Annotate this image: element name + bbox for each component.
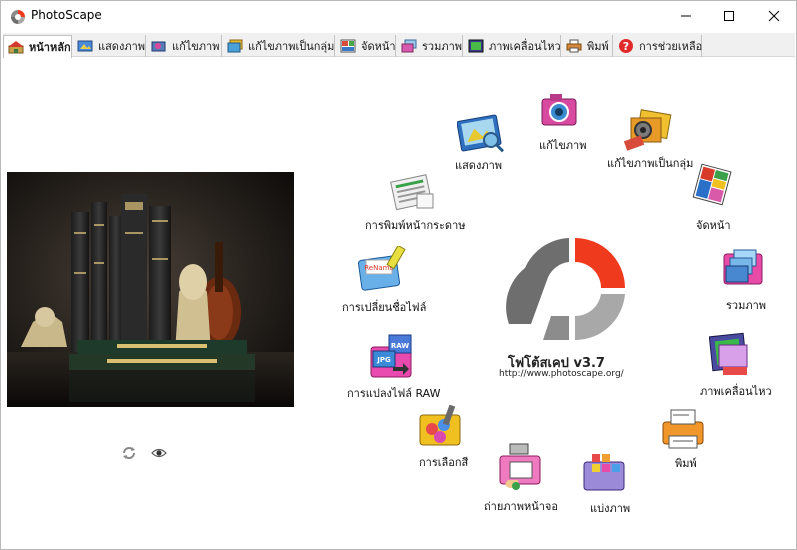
- batch-editor-icon: [227, 39, 243, 53]
- tab-viewer[interactable]: แสดงภาพ: [73, 35, 146, 57]
- batch-editor-icon: [623, 109, 672, 151]
- maximize-icon: [724, 11, 734, 21]
- title-bar: PhotoScape: [1, 1, 796, 32]
- app-window: PhotoScape หน้าหลัก แสดงภาพ แก้ไขภาพ แก้…: [0, 0, 797, 550]
- help-icon: ?: [619, 39, 633, 53]
- tab-combine[interactable]: รวมภาพ: [397, 35, 463, 57]
- color-picker-label: การเลือกสี: [419, 456, 469, 469]
- maximize-button[interactable]: [706, 1, 752, 31]
- tab-bar: หน้าหลัก แสดงภาพ แก้ไขภาพ แก้ไขภาพเป็นกล…: [3, 33, 795, 58]
- paper-print-icon: [390, 174, 434, 211]
- page-icon: [692, 163, 732, 206]
- screen-capture-icon: [499, 443, 541, 490]
- tab-label: รวมภาพ: [422, 40, 463, 53]
- animated-gif-label: ภาพเคลื่อนไหว: [700, 385, 772, 398]
- home-icon: [8, 41, 24, 54]
- tab-home[interactable]: หน้าหลัก: [3, 35, 72, 58]
- combine-icon: [723, 249, 763, 285]
- batch-editor-label: แก้ไขภาพเป็นกลุ่ม: [607, 157, 694, 170]
- color-picker-icon: [419, 405, 461, 446]
- viewer-label: แสดงภาพ: [455, 159, 502, 172]
- editor-icon: [151, 41, 166, 52]
- tab-page[interactable]: จัดหน้า: [336, 35, 396, 57]
- tab-help[interactable]: ? การช่วยเหลือ: [614, 35, 702, 57]
- tab-batch-editor[interactable]: แก้ไขภาพเป็นกลุ่ม: [223, 35, 335, 57]
- page-icon: [340, 39, 356, 53]
- tab-editor[interactable]: แก้ไขภาพ: [147, 35, 222, 57]
- tab-label: แก้ไขภาพ: [172, 40, 220, 53]
- svg-text:RAW: RAW: [391, 342, 409, 350]
- tab-print[interactable]: พิมพ์: [562, 35, 613, 57]
- viewer-icon: [77, 40, 93, 52]
- paper-print-label: การพิมพ์หน้ากระดาษ: [365, 219, 466, 232]
- svg-text:JPG: JPG: [376, 356, 391, 364]
- eye-icon[interactable]: [151, 447, 167, 459]
- animated-gif-icon: [468, 39, 484, 53]
- website-link[interactable]: http://www.photoscape.org/: [499, 369, 624, 379]
- print-icon: [662, 409, 704, 449]
- tab-label: การช่วยเหลือ: [639, 40, 703, 53]
- raw-converter-icon: RAW JPG: [370, 334, 412, 378]
- screen-capture-label: ถ่ายภาพหน้าจอ: [484, 500, 558, 513]
- rename-icon: ReName: [357, 246, 406, 291]
- tab-label: แก้ไขภาพเป็นกลุ่ม: [248, 40, 335, 53]
- close-icon: [768, 10, 780, 22]
- raw-converter-label: การแปลงไฟล์ RAW: [347, 387, 441, 400]
- splitter-label: แบ่งภาพ: [590, 502, 631, 515]
- minimize-button[interactable]: [663, 1, 709, 31]
- page-label: จัดหน้า: [696, 219, 731, 232]
- featured-photo: [7, 172, 294, 407]
- tab-label: ภาพเคลื่อนไหว: [489, 40, 561, 53]
- svg-text:?: ?: [623, 40, 629, 53]
- rename-label: การเปลี่ยนชื่อไฟล์: [342, 301, 427, 314]
- combine-label: รวมภาพ: [726, 299, 767, 312]
- animated-gif-icon: [709, 332, 748, 375]
- tab-animated-gif[interactable]: ภาพเคลื่อนไหว: [464, 35, 561, 57]
- print-icon: [566, 39, 582, 53]
- home-panel: แสดงภาพ แก้ไขภาพ แก้ไขภาพเป็นกลุ่ม จัดหน…: [3, 58, 795, 546]
- photoscape-app-icon: [11, 10, 25, 24]
- close-button[interactable]: [751, 1, 797, 31]
- refresh-icon[interactable]: [121, 446, 137, 460]
- combine-icon: [401, 39, 417, 53]
- tab-label: พิมพ์: [587, 40, 609, 53]
- print-label: พิมพ์: [675, 457, 697, 470]
- splitter-icon: [583, 454, 625, 491]
- viewer-icon: [457, 114, 505, 153]
- window-title: PhotoScape: [31, 8, 102, 22]
- tab-label: หน้าหลัก: [29, 41, 71, 54]
- photoscape-logo: [506, 238, 625, 340]
- minimize-icon: [681, 15, 691, 17]
- tab-label: จัดหน้า: [361, 40, 396, 53]
- tab-label: แสดงภาพ: [98, 40, 145, 53]
- editor-icon: [541, 94, 577, 126]
- editor-label: แก้ไขภาพ: [539, 139, 587, 152]
